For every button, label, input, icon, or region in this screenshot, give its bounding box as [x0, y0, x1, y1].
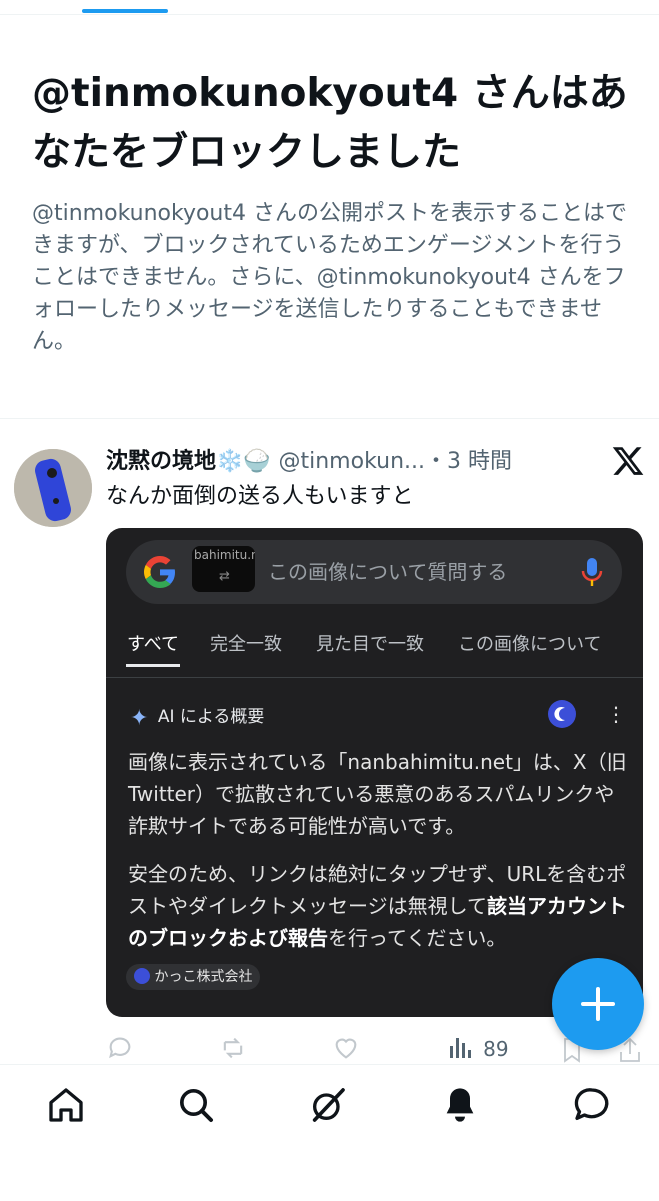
google-lens-screenshot[interactable]: bahimitu.ne ⇄ この画像について質問する すべて 完全一致 見た目で…	[106, 528, 643, 1017]
tab-about-image[interactable]: この画像について	[458, 630, 601, 656]
reply-icon[interactable]	[106, 1034, 134, 1066]
ai-paragraph-2: 安全のため、リンクは絶対にタップせず、URLを含むポストやダイレクトメッセージは…	[128, 862, 627, 950]
source-moon-icon	[134, 968, 150, 984]
active-tab-underline	[126, 664, 180, 667]
search-placeholder[interactable]: この画像について質問する	[268, 556, 507, 585]
tab-exact-match[interactable]: 完全一致	[210, 630, 282, 656]
bottom-navigation	[0, 1064, 659, 1201]
tab-visual-match[interactable]: 見た目で一致	[316, 630, 424, 656]
snowflake-icon: ❄️	[216, 449, 244, 474]
avatar[interactable]	[14, 449, 92, 527]
tab-indicator	[82, 9, 168, 13]
messages-icon[interactable]	[572, 1085, 612, 1125]
sparkle-icon: ✦	[130, 706, 149, 731]
compose-button[interactable]	[552, 958, 644, 1050]
google-logo-icon	[144, 556, 176, 588]
plus-icon	[581, 987, 615, 1021]
x-logo-icon	[611, 444, 645, 478]
source-chip[interactable]: かっこ株式会社	[126, 964, 261, 990]
section-divider	[0, 418, 659, 419]
handle[interactable]: @tinmokun...	[279, 449, 426, 474]
block-title: @tinmokunokyout4 さんはあなたをブロックしました	[32, 71, 628, 175]
top-divider	[0, 14, 659, 15]
more-options-icon[interactable]: ⋮	[606, 702, 626, 726]
ai-paragraph-1: 画像に表示されている「nanbahimitu.net」は、X（旧Twitter）…	[128, 750, 627, 838]
microphone-icon[interactable]	[580, 556, 604, 588]
home-icon[interactable]	[46, 1085, 86, 1125]
notifications-icon[interactable]	[440, 1085, 480, 1125]
post-text: なんか面倒の送る人もいますと	[106, 484, 414, 509]
search-icon[interactable]	[176, 1085, 216, 1125]
like-icon[interactable]	[332, 1034, 360, 1066]
thumbnail-text: bahimitu.ne	[194, 548, 255, 562]
source-avatar-icon[interactable]	[548, 700, 576, 728]
repost-icon: ⇄	[219, 569, 230, 584]
views-icon	[448, 1034, 472, 1064]
tabs-divider	[106, 677, 643, 678]
views-count: 89	[483, 1037, 509, 1061]
google-tabs: すべて 完全一致 見た目で一致 この画像について	[106, 630, 643, 678]
tab-all[interactable]: すべて	[127, 630, 179, 656]
repost-icon[interactable]	[218, 1034, 248, 1066]
grok-icon[interactable]	[308, 1085, 348, 1125]
ai-overview-header: ✦ AI による概要	[130, 702, 264, 731]
views-stat[interactable]: 89	[448, 1034, 509, 1064]
ai-overview-label: AI による概要	[157, 707, 265, 727]
display-name[interactable]: 沈黙の境地	[106, 449, 216, 474]
timestamp[interactable]: ・3 時間	[425, 449, 512, 474]
search-image-thumbnail[interactable]: bahimitu.ne ⇄	[192, 546, 255, 592]
post-header: 沈黙の境地❄️🍚 @tinmokun...・3 時間	[106, 446, 512, 478]
ai-overview-body: 画像に表示されている「nanbahimitu.net」は、X（旧Twitter）…	[128, 746, 628, 970]
block-description: @tinmokunokyout4 さんの公開ポストを表示することはできますが、ブ…	[32, 201, 627, 354]
rice-bowl-icon: 🍚	[243, 449, 271, 474]
